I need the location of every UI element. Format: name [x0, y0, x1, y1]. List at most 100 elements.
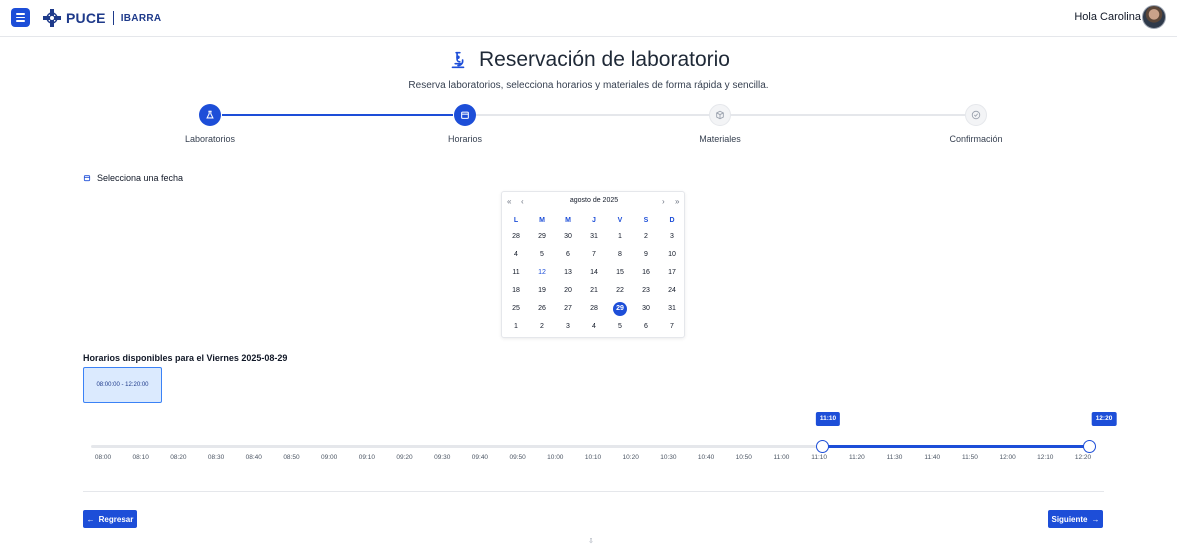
- time-tick-label: 11:10: [811, 454, 828, 461]
- calendar-day[interactable]: 17: [659, 266, 685, 280]
- calendar-day-number: 9: [644, 251, 648, 258]
- calendar-day[interactable]: 21: [581, 284, 607, 298]
- calendar-day-number: 6: [566, 251, 570, 258]
- calendar-day[interactable]: 12: [529, 266, 555, 280]
- calendar-day[interactable]: 23: [633, 284, 659, 298]
- brand-logo[interactable]: PUCE IBARRA: [42, 7, 161, 29]
- calendar-day[interactable]: 24: [659, 284, 685, 298]
- calendar-day[interactable]: 3: [555, 320, 581, 334]
- calendar-day[interactable]: 13: [555, 266, 581, 280]
- page-title: Reservación de laboratorio: [479, 48, 730, 71]
- calendar-day[interactable]: 31: [659, 302, 685, 316]
- calendar-day[interactable]: 14: [581, 266, 607, 280]
- calendar-day-number: 4: [514, 251, 518, 258]
- top-bar: PUCE IBARRA Hola Carolina: [0, 0, 1177, 37]
- calendar-day-number: 21: [590, 287, 598, 294]
- calendar-day[interactable]: 22: [607, 284, 633, 298]
- calendar-day[interactable]: 26: [529, 302, 555, 316]
- calendar-day-number: 20: [564, 287, 572, 294]
- microscope-icon: [451, 51, 465, 69]
- next-button[interactable]: Siguiente →: [1048, 510, 1103, 528]
- time-tick-label: 10:00: [547, 454, 564, 461]
- calendar-day[interactable]: 15: [607, 266, 633, 280]
- calendar-day[interactable]: 20: [555, 284, 581, 298]
- calendar-day-number: 28: [512, 233, 520, 240]
- hamburger-icon: [16, 13, 25, 15]
- time-slot-card[interactable]: 08:00:00 - 12:20:00: [83, 367, 162, 403]
- calendar-day-number: 2: [540, 323, 544, 330]
- step-confirmacion[interactable]: Confirmación: [916, 104, 1036, 144]
- time-tick-label: 11:30: [886, 454, 903, 461]
- back-button[interactable]: ← Regresar: [83, 510, 137, 528]
- calendar-month-label: agosto de 2025: [569, 197, 619, 204]
- time-tick-label: 12:00: [999, 454, 1016, 461]
- time-tick-label: 12:10: [1037, 454, 1054, 461]
- calendar-day[interactable]: 6: [633, 320, 659, 334]
- calendar-day[interactable]: 1: [503, 320, 529, 334]
- calendar-day[interactable]: 30: [555, 230, 581, 244]
- time-tick-label: 09:10: [358, 454, 375, 461]
- check-circle-icon: [971, 110, 981, 120]
- range-start-bubble: 11:10: [815, 412, 841, 426]
- step-horarios[interactable]: Horarios: [405, 104, 525, 144]
- calendar-day[interactable]: 7: [581, 248, 607, 262]
- calendar-day-number: 7: [670, 323, 674, 330]
- range-start-handle[interactable]: [815, 440, 829, 453]
- calendar-day[interactable]: 16: [633, 266, 659, 280]
- calendar-day[interactable]: 1: [607, 230, 633, 244]
- calendar-day-number: 11: [512, 269, 520, 276]
- step-label: Horarios: [447, 134, 482, 144]
- calendar-day[interactable]: 4: [581, 320, 607, 334]
- calendar-day-number: 1: [618, 233, 622, 240]
- calendar-day[interactable]: 5: [529, 248, 555, 262]
- calendar-day-number: 15: [616, 269, 624, 276]
- arrow-left-icon: ←: [86, 514, 95, 524]
- calendar-day[interactable]: 10: [659, 248, 685, 262]
- next-month-button[interactable]: ›: [662, 197, 665, 206]
- range-end-handle[interactable]: [1082, 440, 1096, 453]
- calendar-day[interactable]: 2: [633, 230, 659, 244]
- calendar-icon: [83, 175, 91, 182]
- time-tick-label: 10:10: [584, 454, 602, 461]
- arrow-right-icon: →: [1091, 514, 1100, 524]
- time-tick-label: 08:50: [283, 454, 300, 461]
- time-tick-label: 09:30: [434, 454, 451, 461]
- calendar-day-number: 4: [592, 323, 596, 330]
- date-section-label: Selecciona una fecha: [83, 173, 183, 183]
- time-tick-label: 10:30: [660, 454, 677, 461]
- calendar-day[interactable]: 3: [659, 230, 685, 244]
- time-tick-label: 10:20: [622, 454, 639, 461]
- calendar-day[interactable]: 31: [581, 230, 607, 244]
- step-label: Confirmación: [949, 134, 1003, 144]
- calendar-day-number: 18: [512, 287, 520, 294]
- time-tick-label: 08:40: [245, 454, 262, 461]
- calendar-day[interactable]: 11: [503, 266, 529, 280]
- calendar-day[interactable]: 27: [555, 302, 581, 316]
- calendar-day[interactable]: 18: [503, 284, 529, 298]
- user-avatar[interactable]: [1142, 5, 1166, 29]
- calendar-day[interactable]: 29: [607, 302, 633, 316]
- calendar-day[interactable]: 28: [581, 302, 607, 316]
- calendar-day[interactable]: 28: [503, 230, 529, 244]
- next-year-button[interactable]: »: [675, 197, 679, 206]
- calendar-day[interactable]: 9: [633, 248, 659, 262]
- calendar-day[interactable]: 8: [607, 248, 633, 262]
- step-materiales[interactable]: Materiales: [660, 104, 780, 144]
- calendar-day[interactable]: 6: [555, 248, 581, 262]
- step-laboratorios[interactable]: Laboratorios: [150, 104, 270, 144]
- calendar-day[interactable]: 5: [607, 320, 633, 334]
- calendar-day[interactable]: 2: [529, 320, 555, 334]
- calendar-day[interactable]: 7: [659, 320, 685, 334]
- time-tick-label: 08:00: [94, 454, 112, 461]
- calendar-day-number: 31: [590, 233, 598, 240]
- calendar-day[interactable]: 29: [529, 230, 555, 244]
- hamburger-menu-button[interactable]: [11, 8, 30, 27]
- box-icon: [716, 110, 724, 120]
- next-button-label: Siguiente: [1051, 514, 1088, 524]
- calendar-day[interactable]: 4: [503, 248, 529, 262]
- calendar-day[interactable]: 19: [529, 284, 555, 298]
- calendar-day[interactable]: 30: [633, 302, 659, 316]
- time-tick-label: 09:40: [471, 454, 489, 461]
- time-tick-label: 09:00: [321, 454, 338, 461]
- calendar-day[interactable]: 25: [503, 302, 529, 316]
